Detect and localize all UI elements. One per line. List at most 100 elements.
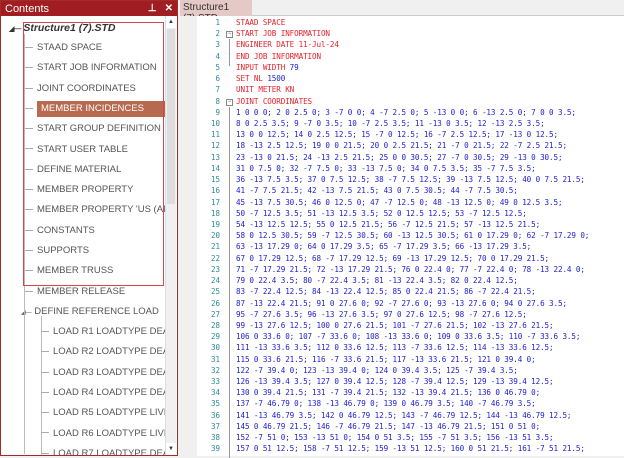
tree-root[interactable]: ◢— Structure1 (7).STD [9,22,116,34]
code-value: 141 -13 46.79 3.5; 142 0 46.79 12.5; 143… [236,410,572,420]
tree-subitem[interactable]: LOAD R6 LOADTYPE LIVE TITI [41,426,166,442]
expand-icon[interactable]: ◢— [9,26,23,33]
code-line[interactable]: 54 -13 12.5 12.5; 55 0 12.5 21.5; 56 -7 … [236,220,540,229]
tree-connector [25,87,33,89]
line-number: 31 [210,354,220,364]
tree-subitem[interactable]: LOAD R7 LOADTYPE DEAD TI [41,446,166,455]
code-line[interactable]: 58 0 12.5 30.5; 59 -7 12.5 30.5; 60 -13 … [236,231,589,240]
fold-toggle-icon[interactable]: − [226,98,233,106]
tree-item[interactable]: MEMBER TRUSS [25,263,113,279]
line-number: 26 [210,298,220,308]
code-line[interactable]: 115 0 33.6 21.5; 116 -7 33.6 21.5; 117 -… [236,355,536,364]
code-line[interactable]: 41 -7 7.5 21.5; 42 -13 7.5 21.5; 43 0 7.… [236,186,518,195]
code-line[interactable]: 111 -13 33.6 3.5; 112 0 33.6 12.5; 113 -… [236,343,554,352]
code-line[interactable]: UNIT METER KN [236,85,294,94]
tree-subitem[interactable]: LOAD R1 LOADTYPE DEAD TI [41,324,166,340]
tree-item[interactable]: MEMBER PROPERTY [25,182,133,198]
code-line[interactable]: 23 -13 0 21.5; 24 -13 2.5 21.5; 25 0 0 3… [236,153,563,162]
code-line[interactable]: 50 -7 12.5 3.5; 51 -13 12.5 3.5; 52 0 12… [236,209,527,218]
code-line[interactable]: SET NL 1500 [236,74,285,83]
pin-icon[interactable]: ⊥ [148,3,157,14]
code-line[interactable]: 95 -7 27.6 3.5; 96 -13 27.6 3.5; 97 0 27… [236,310,527,319]
tree-item[interactable]: STAAD SPACE [25,40,102,56]
line-number: 3 [215,40,220,50]
code-line[interactable]: 99 -13 27.6 12.5; 100 0 27.6 21.5; 101 -… [236,321,554,330]
tree-item[interactable]: MEMBER PROPERTY 'US (AISC 2C [25,202,166,218]
tree-connector [25,128,33,130]
tree-item[interactable]: SUPPORTS [25,243,89,259]
code-keyword: UNIT METER KN [236,85,295,95]
code-line[interactable]: 83 -7 22.4 12.5; 84 -13 22.4 12.5; 85 0 … [236,287,536,296]
tree-item[interactable]: START GROUP DEFINITION [25,121,161,137]
scroll-up-icon[interactable]: ▲ [166,16,176,28]
tree-subitem[interactable]: LOAD R5 LOADTYPE LIVE TITI [41,405,166,421]
line-number: 34 [210,388,220,398]
tree-subitem-label: LOAD R3 LOADTYPE DEAD TI [53,366,166,378]
code-line[interactable]: 122 -7 39.4 0; 123 -13 39.4 0; 124 0 39.… [236,366,518,375]
tree-item-label: MEMBER PROPERTY [37,184,134,196]
scroll-down-icon[interactable]: ▼ [166,443,176,455]
code-line[interactable]: ENGINEER DATE 11-Jul-24 [236,40,339,49]
code-line[interactable]: 18 -13 2.5 12.5; 19 0 0 21.5; 20 0 2.5 2… [236,141,567,150]
code-line[interactable]: 71 -7 17.29 21.5; 72 -13 17.29 21.5; 76 … [236,265,585,274]
tree-item-label: MEMBER PROPERTY 'US (AISC 2C [37,204,166,216]
code-line[interactable]: 8 0 2.5 3.5; 9 -7 0 3.5; 10 -7 2.5 3.5; … [236,119,545,128]
code-value: 8 0 2.5 3.5; 9 -7 0 3.5; 10 -7 2.5 3.5; … [236,118,545,128]
code-keyword: SET NL [236,74,268,84]
code-line[interactable]: 1 0 0 0; 2 0 2.5 0; 3 -7 0 0; 4 -7 2.5 0… [236,108,576,117]
code-line[interactable]: 13 0 0 12.5; 14 0 2.5 12.5; 15 -7 0 12.5… [236,130,558,139]
code-line[interactable]: 45 -13 7.5 30.5; 46 0 12.5 0; 47 -7 12.5… [236,198,563,207]
line-number: 5 [215,62,220,72]
tree-item-label: STAAD SPACE [37,42,103,53]
contents-header: Contents ⊥ ✕ [1,1,177,16]
tree-connector [25,107,33,109]
code-line[interactable]: 145 0 46.79 21.5; 146 -7 46.79 21.5; 147… [236,422,540,431]
code-line[interactable]: 31 0 7.5 0; 32 -7 7.5 0; 33 -13 7.5 0; 3… [236,164,536,173]
scroll-thumb[interactable] [167,29,175,204]
code-line[interactable]: 157 0 51 12.5; 158 -7 51 12.5; 159 -13 5… [236,444,585,453]
code-line[interactable]: 36 -13 7.5 3.5; 37 0 7.5 12.5; 38 -7 7.5… [236,175,585,184]
code-line[interactable]: 87 -13 22.4 21.5; 91 0 27.6 0; 92 -7 27.… [236,299,567,308]
code-line[interactable]: 79 0 22.4 3.5; 80 -7 22.4 3.5; 81 -13 22… [236,276,518,285]
tree-scrollbar[interactable]: ▲ ▼ [165,16,176,455]
tree-subitem[interactable]: LOAD R3 LOADTYPE DEAD TI [41,365,166,381]
fold-toggle-icon[interactable]: − [226,31,233,39]
line-number: 17 [210,197,220,207]
code-line[interactable]: END JOB INFORMATION [236,52,321,61]
tree-subitem[interactable]: LOAD R2 LOADTYPE DEAD TI [41,344,166,360]
code-line[interactable]: INPUT WIDTH 79 [236,63,299,72]
tree-line [24,34,25,454]
tree-item[interactable]: CONSTANTS [25,223,95,239]
code-line[interactable]: 137 -7 46.79 0; 138 -13 46.79 0; 139 0 4… [236,399,536,408]
tree-item[interactable]: START USER TABLE [25,142,128,158]
tree-item-label: START JOB INFORMATION [37,62,157,74]
contents-panel: Contents ⊥ ✕ ◢— Structure1 (7).STD STAAD… [0,0,178,456]
code-line[interactable]: 106 0 33.6 0; 107 -7 33.6 0; 108 -13 33.… [236,332,580,341]
code-line[interactable]: 141 -13 46.79 3.5; 142 0 46.79 12.5; 143… [236,411,571,420]
code-line[interactable]: 63 -13 17.29 0; 64 0 17.29 3.5; 65 -7 17… [236,242,531,251]
tree-item[interactable]: MEMBER INCIDENCES [25,100,166,117]
tree-item[interactable]: START JOB INFORMATION [25,60,157,76]
tree-item[interactable]: DEFINE MATERIAL [25,162,121,178]
line-number: 35 [210,399,220,409]
code-line[interactable]: STAAD SPACE [236,18,285,27]
line-number: 1 [215,18,220,27]
code-line[interactable]: 126 -13 39.4 3.5; 127 0 39.4 12.5; 128 -… [236,377,554,386]
line-number: 27 [210,309,220,319]
code-line[interactable]: 67 0 17.29 12.5; 68 -7 17.29 12.5; 69 -1… [236,254,549,263]
expand-icon[interactable]: ◢— [21,310,32,316]
line-number: 14 [210,163,220,173]
code-line[interactable]: START JOB INFORMATION [236,29,330,38]
code-editor[interactable]: 1 STAAD SPACE 2 START JOB INFORMATION 3 ENGIN… [180,16,624,458]
code-line[interactable]: 152 -7 51 0; 153 -13 51 0; 154 0 51 3.5;… [236,433,554,442]
tree-item-label: JOINT COORDINATES [37,82,136,94]
code-value: 79 [289,62,299,72]
tab-structure-file[interactable]: Structure1 (7).STD [180,0,252,24]
close-icon[interactable]: ✕ [165,3,173,14]
code-line[interactable]: JOINT COORDINATES [236,97,312,106]
tree-subitem[interactable]: LOAD R4 LOADTYPE DEAD TI [41,385,166,401]
tree-item[interactable]: MEMBER RELEASE [25,284,125,300]
code-line[interactable]: 130 0 39.4 21.5; 131 -7 39.4 21.5; 132 -… [236,388,540,397]
tree-item[interactable]: JOINT COORDINATES [25,81,136,97]
line-number: 33 [210,377,220,387]
